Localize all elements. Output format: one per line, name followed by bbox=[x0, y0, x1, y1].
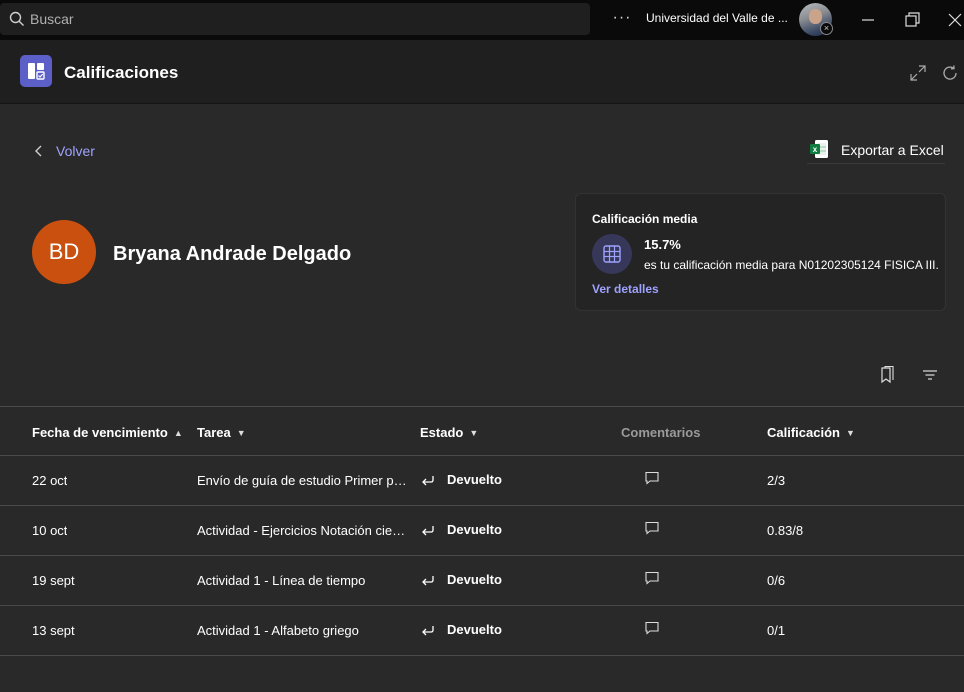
chevron-down-icon: ▼ bbox=[845, 427, 855, 438]
svg-text:x: x bbox=[813, 145, 818, 154]
column-status-label: Estado bbox=[420, 425, 464, 440]
task-name[interactable]: Actividad - Ejercicios Notación científi… bbox=[197, 523, 407, 538]
app-header: Calificaciones bbox=[0, 40, 964, 104]
average-grade-value: 15.7% bbox=[644, 237, 681, 252]
status-label: Devuelto bbox=[447, 572, 502, 587]
status: Devuelto bbox=[421, 472, 502, 487]
close-icon[interactable] bbox=[945, 10, 964, 30]
more-options-button[interactable]: ··· bbox=[612, 9, 632, 29]
return-icon bbox=[422, 625, 434, 635]
status-label: Devuelto bbox=[447, 622, 502, 637]
task-name[interactable]: Actividad 1 - Línea de tiempo bbox=[197, 573, 407, 588]
export-excel-button[interactable]: x Exportar a Excel bbox=[807, 139, 945, 164]
sort-ascending-icon: ▲ bbox=[173, 427, 183, 438]
column-status[interactable]: Estado ▼ bbox=[420, 425, 478, 440]
column-task-label: Tarea bbox=[197, 425, 231, 440]
view-details-link[interactable]: Ver detalles bbox=[592, 282, 659, 296]
refresh-icon[interactable] bbox=[941, 64, 959, 82]
return-icon bbox=[422, 475, 434, 485]
search-icon bbox=[9, 11, 24, 26]
due-date: 22 oct bbox=[32, 473, 68, 488]
table-row[interactable]: 22 oct Envío de guía de estudio Primer p… bbox=[0, 456, 964, 506]
page-title: Calificaciones bbox=[64, 63, 179, 82]
average-grade-card: Calificación media 15.7% es tu calificac… bbox=[575, 193, 946, 311]
student-name: Bryana Andrade Delgado bbox=[113, 243, 352, 265]
due-date: 10 oct bbox=[32, 523, 68, 538]
organization-name[interactable]: Universidad del Valle de ... bbox=[646, 11, 788, 25]
table-row[interactable]: 10 oct Actividad - Ejercicios Notación c… bbox=[0, 506, 964, 556]
comment-icon[interactable] bbox=[644, 520, 660, 536]
return-icon bbox=[422, 525, 434, 535]
back-label: Volver bbox=[56, 143, 95, 159]
return-icon bbox=[422, 575, 434, 585]
title-bar: Buscar ··· Universidad del Valle de ... … bbox=[0, 0, 964, 40]
column-due-date-label: Fecha de vencimiento bbox=[32, 425, 168, 440]
card-title: Calificación media bbox=[592, 212, 698, 226]
table-row[interactable]: 13 sept Actividad 1 - Alfabeto griego De… bbox=[0, 606, 964, 656]
search-box[interactable]: Buscar bbox=[0, 3, 590, 35]
back-button[interactable]: Volver bbox=[34, 142, 95, 160]
status: Devuelto bbox=[421, 522, 502, 537]
expand-icon[interactable] bbox=[909, 64, 927, 82]
comment-icon[interactable] bbox=[644, 470, 660, 486]
chevron-left-icon bbox=[35, 145, 42, 157]
bookmark-icon[interactable] bbox=[877, 365, 897, 385]
status: Devuelto bbox=[421, 572, 502, 587]
grade: 0.83/8 bbox=[767, 523, 804, 538]
minimize-icon[interactable] bbox=[858, 10, 878, 30]
grid-icon bbox=[592, 234, 632, 274]
column-comments: Comentarios bbox=[621, 425, 700, 440]
task-name[interactable]: Envío de guía de estudio Primer parcial bbox=[197, 473, 407, 488]
grade: 0/1 bbox=[767, 623, 786, 638]
due-date: 19 sept bbox=[32, 573, 75, 588]
column-task[interactable]: Tarea ▼ bbox=[197, 425, 246, 440]
presence-status-icon: × bbox=[820, 22, 833, 35]
grades-app-icon bbox=[20, 55, 52, 87]
restore-icon[interactable] bbox=[902, 10, 922, 30]
excel-icon: x bbox=[810, 140, 828, 158]
comment-icon[interactable] bbox=[644, 570, 660, 586]
student-avatar: BD bbox=[32, 220, 96, 284]
comment-icon[interactable] bbox=[644, 620, 660, 636]
chevron-down-icon: ▼ bbox=[469, 427, 479, 438]
column-due-date[interactable]: Fecha de vencimiento ▲ bbox=[32, 425, 183, 440]
grade: 0/6 bbox=[767, 573, 786, 588]
status-label: Devuelto bbox=[447, 472, 502, 487]
table-header: Fecha de vencimiento ▲ Tarea ▼ Estado ▼ … bbox=[0, 406, 964, 456]
column-grade[interactable]: Calificación ▼ bbox=[767, 425, 855, 440]
export-label: Exportar a Excel bbox=[841, 142, 944, 158]
task-name[interactable]: Actividad 1 - Alfabeto griego bbox=[197, 623, 407, 638]
status-label: Devuelto bbox=[447, 522, 502, 537]
grades-table: Fecha de vencimiento ▲ Tarea ▼ Estado ▼ … bbox=[0, 406, 964, 656]
status: Devuelto bbox=[421, 622, 502, 637]
search-placeholder: Buscar bbox=[30, 11, 74, 27]
filter-icon[interactable] bbox=[920, 365, 940, 385]
table-row[interactable]: 19 sept Actividad 1 - Línea de tiempo De… bbox=[0, 556, 964, 606]
column-comments-label: Comentarios bbox=[621, 425, 701, 440]
chevron-down-icon: ▼ bbox=[236, 427, 246, 438]
grade: 2/3 bbox=[767, 473, 786, 488]
due-date: 13 sept bbox=[32, 623, 75, 638]
column-grade-label: Calificación bbox=[767, 425, 840, 440]
average-grade-description: es tu calificación media para N012023051… bbox=[644, 258, 939, 272]
